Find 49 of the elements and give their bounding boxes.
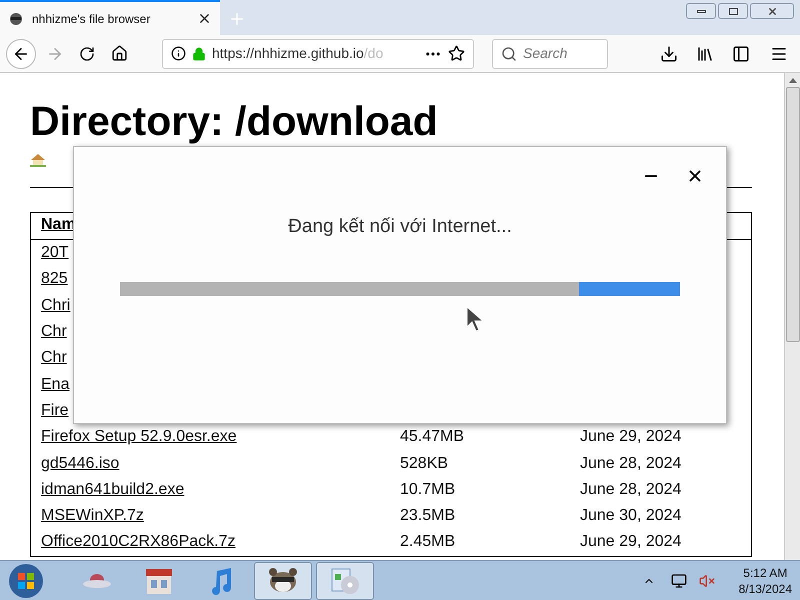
file-date: June 28, 2024 [580,480,682,500]
url-text: https://nhhizme.github.io/do [212,44,384,63]
start-orb-icon[interactable] [6,562,46,598]
file-link[interactable]: Office2010C2RX86Pack.7z [41,530,400,554]
file-size: 10.7MB [400,480,456,500]
house-icon [110,45,128,62]
file-date: June 28, 2024 [580,454,682,474]
page-heading: Directory: /download [30,99,439,143]
dialog-message: Đang kết nối với Internet... [288,215,512,239]
file-date: June 29, 2024 [580,427,682,448]
browser-tab[interactable]: nhhizme's file browser [0,0,220,35]
file-size: 23.5MB [400,506,456,526]
clock-time: 5:12 AM [743,564,788,580]
search-icon [501,46,517,62]
file-link[interactable]: gd5446.iso [41,452,400,476]
back-button[interactable] [6,38,36,68]
sidebar-icon[interactable] [732,44,750,62]
file-date: June 30, 2024 [580,506,682,526]
clock-date: 8/13/2024 [738,580,792,596]
network-icon[interactable] [670,572,687,588]
search-field[interactable]: Search [523,43,593,64]
file-date: June 29, 2024 [580,532,682,552]
minimize-window-button[interactable] [686,3,716,19]
scrollbar[interactable] [784,73,800,560]
clock[interactable]: 5:12 AM 8/13/2024 [738,564,792,596]
restore-window-button[interactable] [718,3,748,19]
close-tab-icon[interactable] [197,11,212,26]
search-box[interactable]: Search [492,38,608,68]
file-link[interactable]: MSEWinXP.7z [41,504,400,528]
file-size: 2.45MB [400,532,456,552]
library-icon[interactable] [696,44,714,62]
home-icon[interactable] [30,153,46,167]
taskbar-button[interactable] [254,562,312,600]
file-size: 528KB [400,454,450,474]
download-icon[interactable] [660,44,678,62]
info-icon[interactable] [171,46,186,61]
close-window-button[interactable] [750,3,794,19]
installer-disc-icon [329,566,361,596]
file-size: 45.47MB [400,427,466,448]
file-link[interactable]: idman641build2.exe [41,478,400,502]
address-bar[interactable]: https://nhhizme.github.io/do [162,38,474,68]
reload-icon [79,46,95,62]
raccoon-icon [267,566,299,594]
muted-speaker-icon[interactable] [698,572,715,588]
file-link[interactable]: Firefox Setup 52.9.0esr.exe [41,425,400,450]
lock-icon [192,46,206,60]
tab-title: nhhizme's file browser [32,10,152,28]
close-icon [766,6,778,16]
bookmark-star-icon[interactable] [448,45,465,62]
